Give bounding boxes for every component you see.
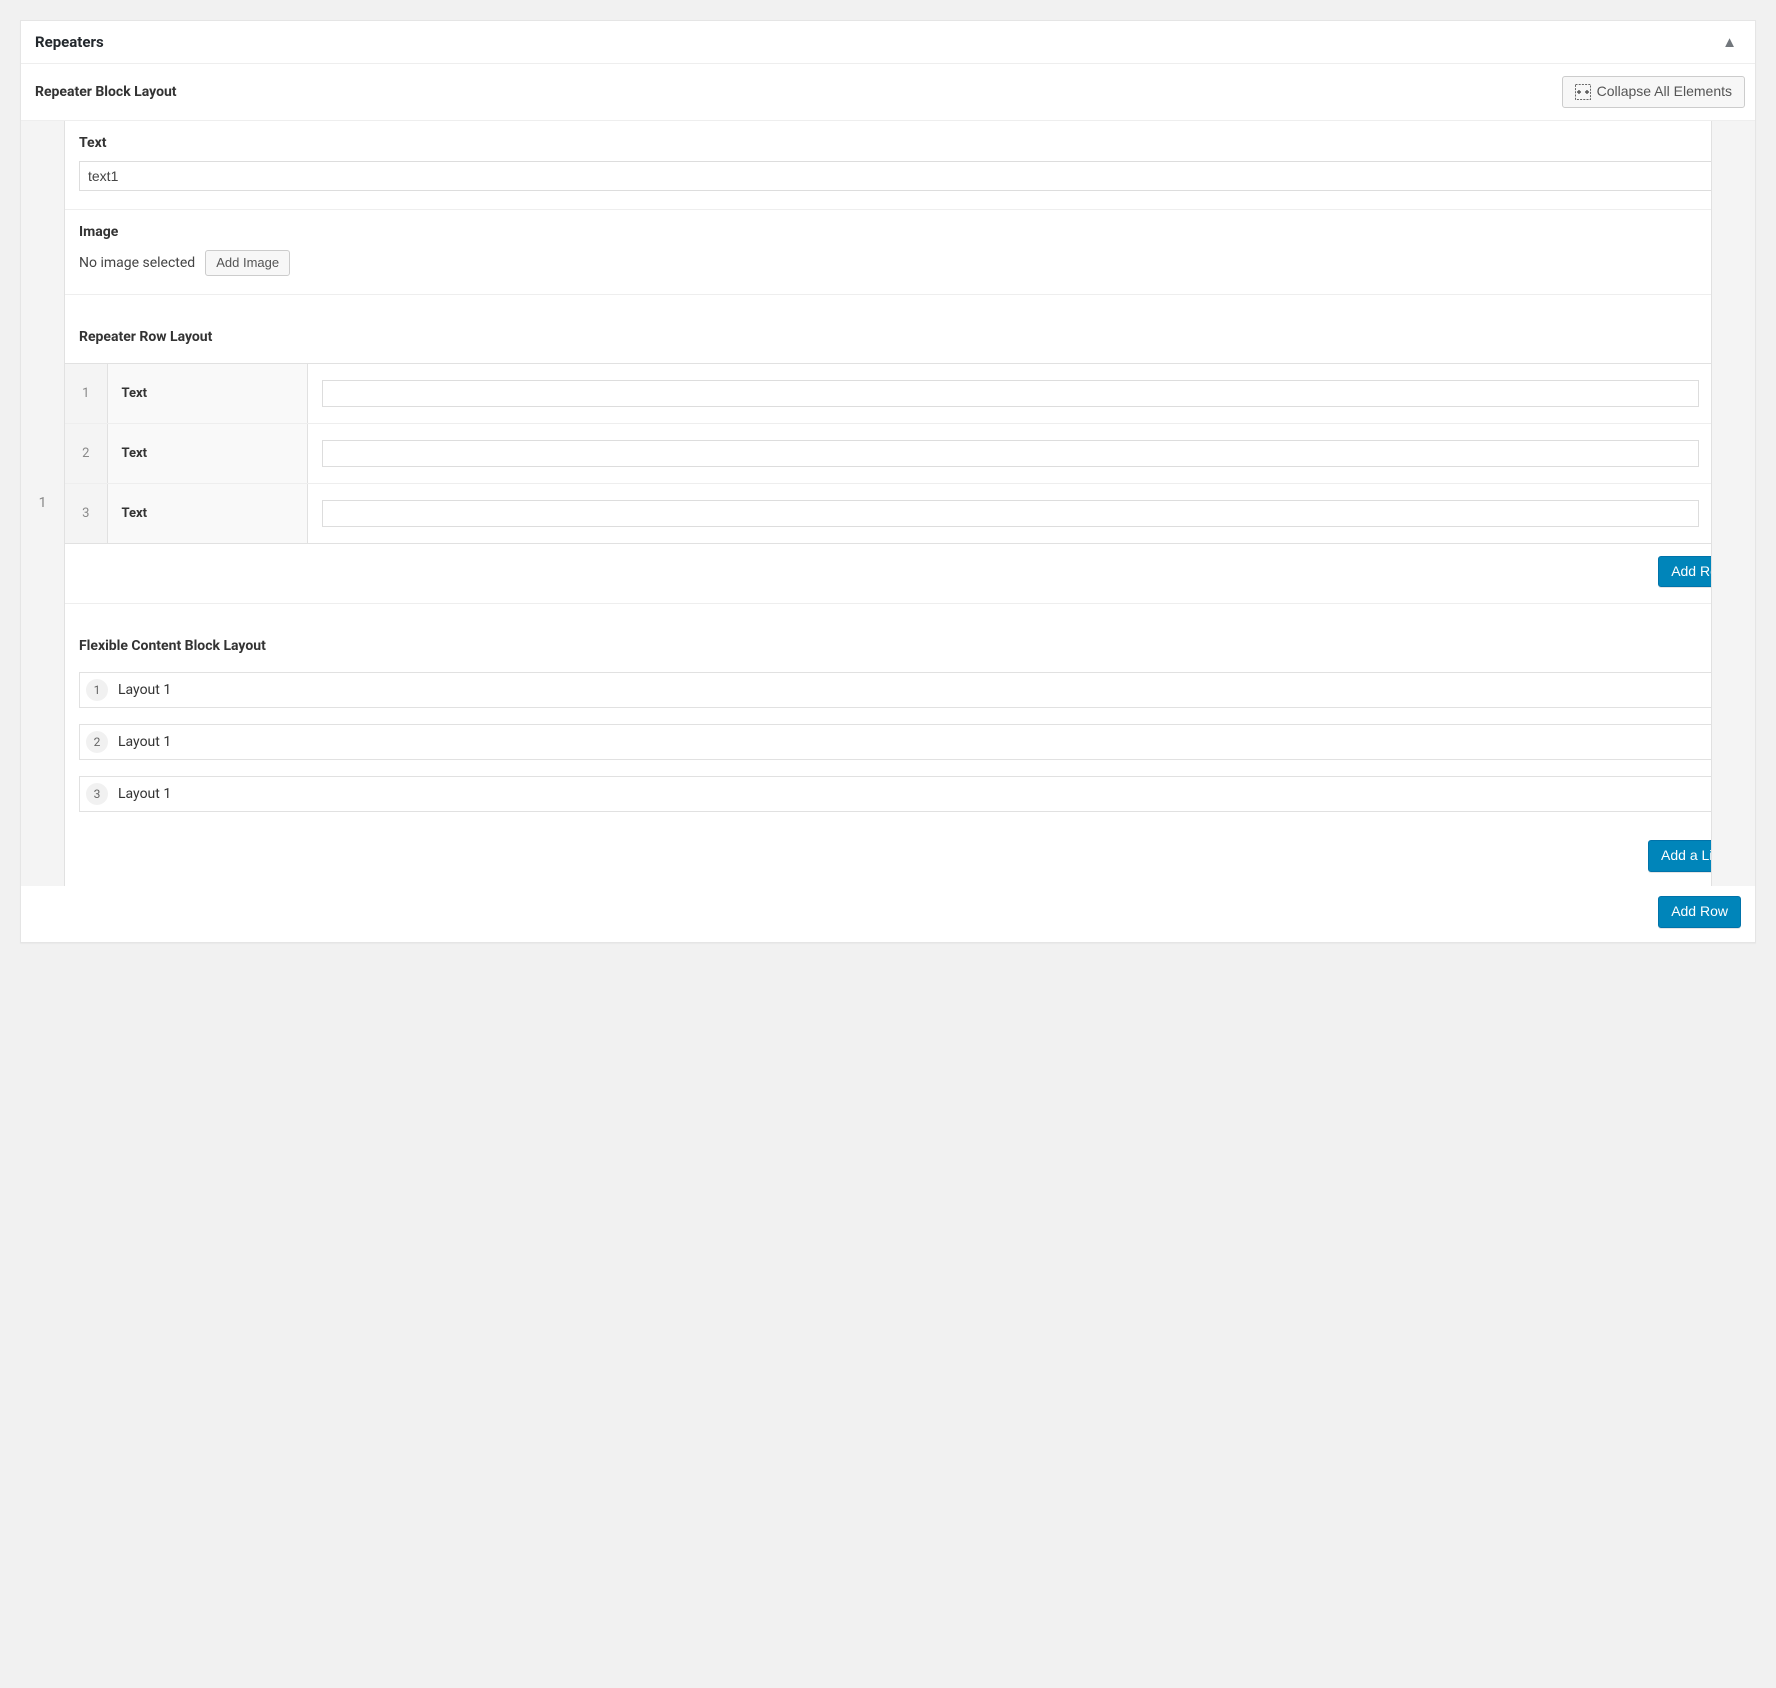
table-row: 3 Text (65, 483, 1755, 543)
repeaters-panel: Repeaters ▲ Repeater Block Layout Collap… (20, 20, 1756, 943)
row-label: Text (107, 483, 307, 543)
field-image: Image No image selected Add Image (65, 210, 1755, 295)
panel-title: Repeaters (35, 33, 104, 51)
section-toolbar: Repeater Block Layout Collapse All Eleme… (21, 64, 1755, 120)
row-actions-col[interactable] (1711, 121, 1755, 886)
field-row-layout: Repeater Row Layout 1 Text (65, 295, 1755, 604)
collapse-all-label: Collapse All Elements (1597, 82, 1732, 102)
flex-item-index: 1 (86, 679, 108, 701)
field-flex-content: Flexible Content Block Layout 1 Layout 1 (65, 603, 1755, 886)
repeater-block: 1 Text Image No image selected Add Image… (21, 120, 1755, 886)
row-order-handle[interactable]: 1 (21, 121, 65, 886)
flex-content-title: Flexible Content Block Layout (79, 638, 266, 654)
flex-layout-item[interactable]: 1 Layout 1 ▼ (79, 672, 1741, 708)
flex-item-index: 3 (86, 783, 108, 805)
row-layout-table: 1 Text 2 Text 3 Te (65, 363, 1755, 544)
row-handle[interactable]: 1 (65, 363, 107, 423)
image-status-text: No image selected (79, 255, 195, 271)
row-text-input[interactable] (322, 500, 1699, 527)
row-label: Text (107, 363, 307, 423)
row-index: 1 (39, 495, 47, 511)
flex-item-label: Layout 1 (118, 734, 171, 750)
panel-header: Repeaters ▲ (21, 21, 1755, 64)
flex-layout-item[interactable]: 2 Layout 1 ▼ (79, 724, 1741, 760)
flex-item-label: Layout 1 (118, 682, 171, 698)
flex-layout-item[interactable]: 3 Layout 1 ▼ (79, 776, 1741, 812)
collapse-icon (1575, 84, 1591, 100)
flex-item-label: Layout 1 (118, 786, 171, 802)
row-label: Text (107, 423, 307, 483)
row-handle[interactable]: 3 (65, 483, 107, 543)
field-text: Text (65, 121, 1755, 210)
row-body: Text Image No image selected Add Image R… (65, 121, 1755, 886)
text-input[interactable] (79, 161, 1741, 191)
outer-add-row-button[interactable]: Add Row (1658, 896, 1741, 928)
row-text-input[interactable] (322, 440, 1699, 467)
panel-collapse-toggle[interactable]: ▲ (1718, 33, 1741, 51)
field-text-label: Text (79, 135, 1741, 151)
add-image-button[interactable]: Add Image (205, 250, 290, 276)
row-text-input[interactable] (322, 380, 1699, 407)
row-layout-title: Repeater Row Layout (79, 329, 212, 345)
table-row: 2 Text (65, 423, 1755, 483)
collapse-all-button[interactable]: Collapse All Elements (1562, 76, 1745, 108)
table-row: 1 Text (65, 363, 1755, 423)
flex-item-index: 2 (86, 731, 108, 753)
section-title: Repeater Block Layout (35, 84, 177, 100)
row-handle[interactable]: 2 (65, 423, 107, 483)
field-image-label: Image (79, 224, 1741, 240)
